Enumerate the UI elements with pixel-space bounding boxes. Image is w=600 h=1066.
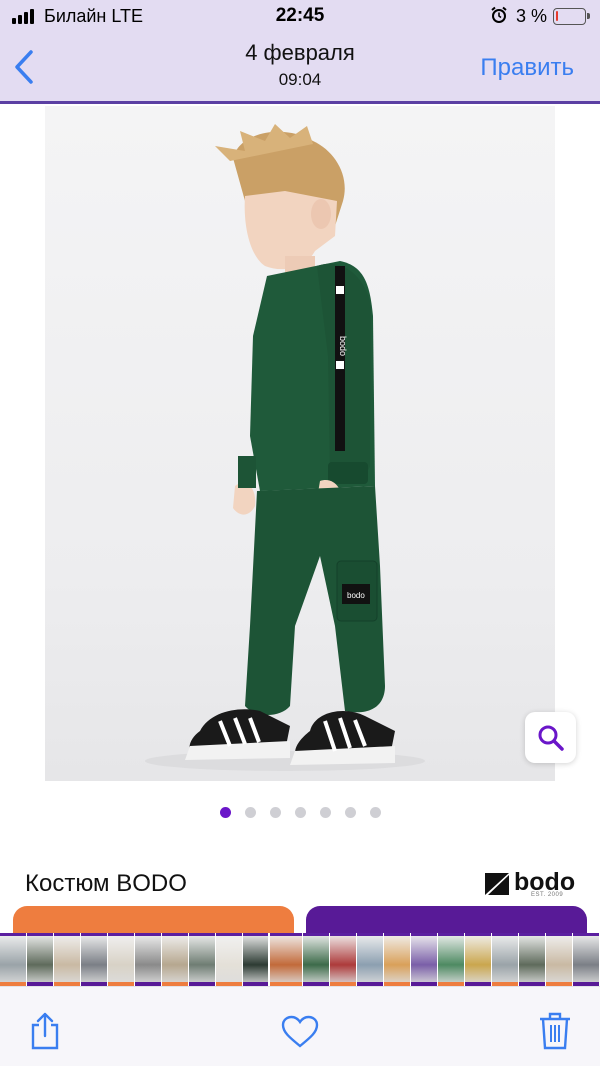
product-title: Костюм BODO: [25, 870, 187, 897]
photo-thumbnail[interactable]: [519, 933, 545, 986]
top-bar: Билайн LTE 22:45 3 % 4 февраля 09:04 Пра…: [0, 0, 600, 104]
thumbnail-strip[interactable]: [0, 933, 600, 986]
status-bar: Билайн LTE 22:45 3 %: [0, 0, 600, 34]
photo-thumbnail[interactable]: [135, 933, 161, 986]
bodo-logo-icon: [485, 873, 509, 895]
clock: 22:45: [275, 5, 325, 26]
visual-search-button[interactable]: [525, 712, 576, 763]
delete-button[interactable]: [538, 1011, 572, 1051]
page-dot[interactable]: [369, 807, 381, 818]
product-photo[interactable]: bodo bodo: [45, 106, 555, 781]
photo-thumbnail[interactable]: [303, 933, 329, 986]
page-dot[interactable]: [344, 807, 356, 818]
photo-thumbnail[interactable]: [216, 933, 242, 986]
bottom-toolbar: [0, 986, 600, 1066]
photo-thumbnail[interactable]: [573, 933, 599, 986]
photo-thumbnail[interactable]: [189, 933, 215, 986]
magnifier-icon: [538, 725, 564, 751]
photo-thumbnail[interactable]: [492, 933, 518, 986]
share-button[interactable]: [28, 1011, 62, 1051]
photo-thumbnail[interactable]: [243, 933, 269, 986]
photo-thumbnail[interactable]: [411, 933, 437, 986]
photo-thumbnail[interactable]: [330, 933, 356, 986]
brand-logo: bodo EST. 2009: [483, 868, 575, 902]
photo-thumbnail[interactable]: [27, 933, 53, 986]
photo-thumbnail[interactable]: [0, 933, 26, 986]
photo-thumbnail[interactable]: [108, 933, 134, 986]
alarm-icon: [491, 6, 507, 23]
photo-thumbnail[interactable]: [268, 933, 304, 986]
photo-thumbnail[interactable]: [54, 933, 80, 986]
page-dot[interactable]: [219, 807, 231, 818]
page-dot[interactable]: [294, 807, 306, 818]
favorite-button[interactable]: [281, 1015, 319, 1055]
pocket-patch-text: bodo: [347, 591, 365, 600]
sleeve-logo-text: bodo: [338, 336, 348, 356]
page-dot[interactable]: [269, 807, 281, 818]
photo-thumbnail[interactable]: [357, 933, 383, 986]
trash-icon: [540, 1012, 570, 1050]
page-dot[interactable]: [319, 807, 331, 818]
photo-thumbnail[interactable]: [384, 933, 410, 986]
photo-thumbnail[interactable]: [438, 933, 464, 986]
edit-button[interactable]: Править: [480, 54, 574, 82]
page-dot[interactable]: [244, 807, 256, 818]
heart-icon: [281, 1015, 319, 1048]
photo-thumbnail[interactable]: [546, 933, 572, 986]
photo-thumbnail[interactable]: [162, 933, 188, 986]
boy-tracksuit-illustration: bodo bodo: [145, 124, 425, 771]
page-indicator: [0, 805, 600, 819]
share-icon: [31, 1012, 59, 1050]
brand-logo-est: EST. 2009: [531, 892, 564, 898]
battery-icon: [553, 8, 590, 25]
photo-thumbnail[interactable]: [81, 933, 107, 986]
photo-thumbnail[interactable]: [465, 933, 491, 986]
battery-percent: 3 %: [516, 6, 548, 26]
